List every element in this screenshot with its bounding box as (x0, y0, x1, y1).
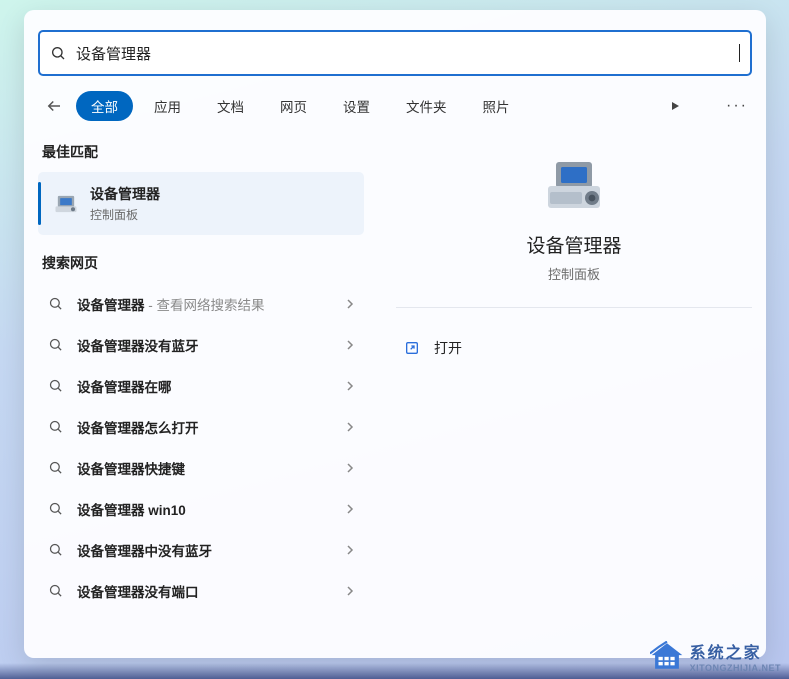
chevron-right-icon (346, 380, 354, 392)
tab-设置[interactable]: 设置 (328, 91, 385, 121)
search-icon (48, 296, 63, 311)
chevron-right-icon (346, 462, 354, 474)
web-result[interactable]: 设备管理器快捷键 (38, 447, 364, 488)
search-panel: 全部应用文档网页设置文件夹照片 ··· 最佳匹配 设备管理器 控制面板 (24, 10, 766, 658)
web-result[interactable]: 设备管理器在哪 (38, 365, 364, 406)
tab-网页[interactable]: 网页 (265, 91, 322, 121)
web-result-label: 设备管理器没有端口 (77, 581, 332, 601)
search-box[interactable] (38, 30, 752, 76)
web-result-label: 设备管理器 - 查看网络搜索结果 (77, 294, 332, 314)
watermark: 系统之家 XITONGZHIJIA.NET (650, 639, 781, 673)
open-action-label: 打开 (434, 338, 462, 358)
open-external-icon (404, 340, 420, 356)
web-result[interactable]: 设备管理器没有端口 (38, 570, 364, 611)
watermark-cn: 系统之家 (690, 639, 781, 663)
tab-文件夹[interactable]: 文件夹 (391, 91, 462, 121)
best-match-title: 设备管理器 (90, 184, 160, 204)
more-button[interactable]: ··· (722, 97, 752, 115)
preview-subtitle: 控制面板 (396, 264, 752, 283)
web-result-label: 设备管理器在哪 (77, 376, 332, 396)
play-button[interactable] (660, 100, 690, 112)
search-icon (48, 542, 63, 557)
search-input[interactable] (66, 45, 745, 62)
house-icon (650, 641, 684, 671)
search-icon (50, 45, 66, 61)
search-icon (48, 419, 63, 434)
play-icon (669, 100, 681, 112)
search-icon (48, 337, 63, 352)
tab-照片[interactable]: 照片 (468, 91, 525, 121)
chevron-right-icon (346, 298, 354, 310)
text-caret (739, 44, 740, 62)
web-result-label: 设备管理器快捷键 (77, 458, 332, 478)
search-icon (48, 460, 63, 475)
tab-全部[interactable]: 全部 (76, 91, 133, 121)
web-result[interactable]: 设备管理器没有蓝牙 (38, 324, 364, 365)
web-result[interactable]: 设备管理器中没有蓝牙 (38, 529, 364, 570)
chevron-right-icon (346, 585, 354, 597)
divider (396, 307, 752, 308)
results-column: 最佳匹配 设备管理器 控制面板 搜索网页 设备管理器 - 查看网络搜索结果设备管… (24, 136, 382, 658)
web-result[interactable]: 设备管理器 - 查看网络搜索结果 (38, 283, 364, 324)
arrow-left-icon (45, 97, 63, 115)
filter-tabs: 全部应用文档网页设置文件夹照片 ··· (38, 90, 752, 122)
back-button[interactable] (38, 90, 70, 122)
preview-column: 设备管理器 控制面板 打开 (382, 136, 766, 658)
ellipsis-icon: ··· (726, 97, 748, 115)
web-result-label: 设备管理器没有蓝牙 (77, 335, 332, 355)
chevron-right-icon (346, 421, 354, 433)
section-web: 搜索网页 (42, 253, 382, 273)
chevron-right-icon (346, 503, 354, 515)
search-icon (48, 501, 63, 516)
chevron-right-icon (346, 544, 354, 556)
watermark-en: XITONGZHIJIA.NET (690, 663, 781, 673)
search-icon (48, 583, 63, 598)
search-icon (48, 378, 63, 393)
web-result-label: 设备管理器 win10 (77, 499, 332, 519)
best-match-item[interactable]: 设备管理器 控制面板 (38, 172, 364, 235)
preview-title: 设备管理器 (396, 231, 752, 258)
web-result[interactable]: 设备管理器 win10 (38, 488, 364, 529)
web-result-label: 设备管理器中没有蓝牙 (77, 540, 332, 560)
section-best-match: 最佳匹配 (42, 142, 382, 162)
web-result-label: 设备管理器怎么打开 (77, 417, 332, 437)
device-manager-icon (52, 190, 80, 218)
open-action[interactable]: 打开 (396, 332, 752, 364)
tab-应用[interactable]: 应用 (139, 91, 196, 121)
chevron-right-icon (346, 339, 354, 351)
tab-文档[interactable]: 文档 (202, 91, 259, 121)
device-manager-large-icon (542, 158, 606, 218)
best-match-subtitle: 控制面板 (90, 206, 160, 223)
web-result[interactable]: 设备管理器怎么打开 (38, 406, 364, 447)
